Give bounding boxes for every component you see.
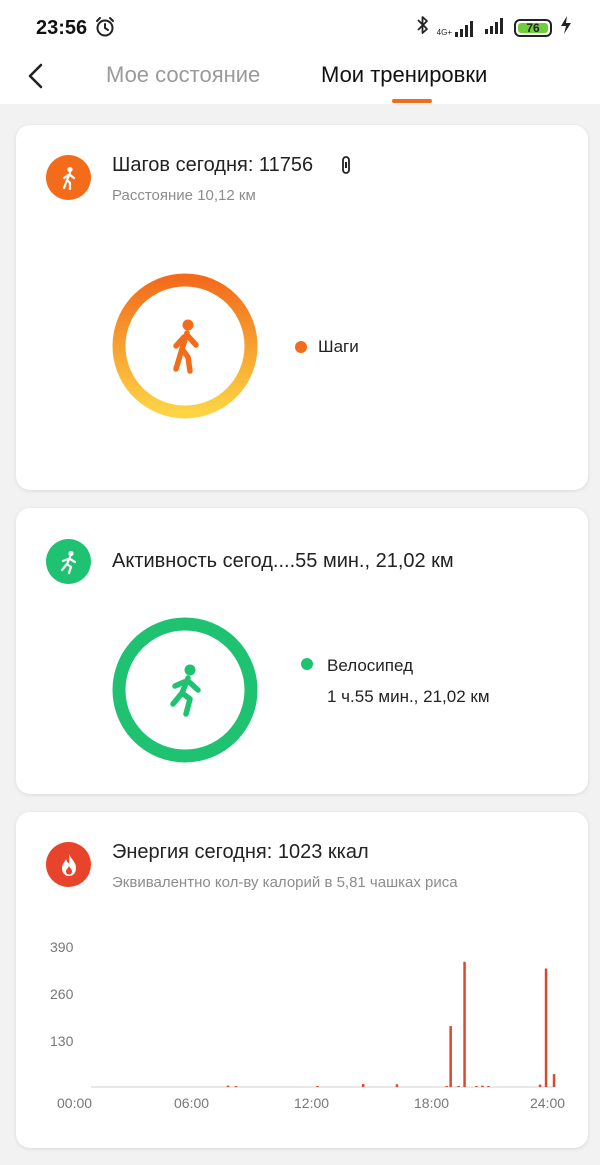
status-bar: 23:56 4G+ 76 bbox=[0, 0, 600, 52]
battery-icon: 76 bbox=[514, 18, 552, 37]
steps-badge bbox=[46, 155, 91, 200]
activity-title: Активность сегод....55 мин., 21,02 км bbox=[112, 550, 454, 572]
chart-bar bbox=[316, 1086, 319, 1087]
steps-title: Шагов сегодня: 11756 bbox=[112, 154, 314, 176]
tab-my-condition[interactable]: Мое состояние bbox=[106, 62, 260, 88]
x-tick-label: 12:00 bbox=[294, 1095, 330, 1111]
status-time: 23:56 bbox=[36, 17, 88, 39]
band-icon bbox=[341, 155, 351, 180]
status-icons: 4G+ 76 bbox=[417, 15, 572, 40]
chart-bar bbox=[395, 1084, 399, 1087]
alarm-icon bbox=[94, 16, 116, 43]
walking-icon bbox=[173, 319, 199, 374]
activity-card[interactable]: Активность сегод....55 мин., 21,02 км Ве… bbox=[16, 508, 588, 794]
chart-bar bbox=[445, 1086, 448, 1087]
network-label: 4G+ bbox=[436, 27, 452, 37]
chart-bar bbox=[552, 1074, 556, 1087]
x-tick-label: 06:00 bbox=[174, 1095, 210, 1111]
chevron-left-icon bbox=[28, 63, 43, 89]
chart-bar bbox=[481, 1085, 484, 1087]
chart-bar bbox=[226, 1085, 230, 1087]
chart-bar bbox=[544, 968, 548, 1087]
chart-bar bbox=[487, 1086, 490, 1087]
energy-chart: 390 260 130 00:00 06:00 12:00 18:00 24:0… bbox=[16, 812, 588, 1148]
back-button[interactable] bbox=[24, 62, 50, 92]
steps-subtitle: Расстояние 10,12 км bbox=[112, 187, 256, 204]
x-tick-label: 18:00 bbox=[414, 1095, 450, 1111]
signal-icon bbox=[484, 16, 506, 39]
chart-bar bbox=[457, 1086, 460, 1087]
steps-legend-dot bbox=[295, 341, 307, 353]
chart-bar bbox=[538, 1084, 542, 1087]
walking-icon bbox=[62, 166, 75, 190]
running-icon bbox=[60, 550, 76, 574]
chart-bar bbox=[475, 1086, 478, 1087]
bluetooth-icon bbox=[417, 15, 429, 40]
steps-legend: Шаги bbox=[318, 337, 359, 356]
activity-badge bbox=[46, 539, 91, 584]
chart-bar bbox=[361, 1084, 365, 1087]
chart-bar bbox=[463, 961, 466, 1087]
activity-legend-value: 1 ч.55 мин., 21,02 км bbox=[327, 687, 490, 706]
charging-icon bbox=[560, 15, 572, 40]
battery-level: 76 bbox=[526, 20, 540, 35]
activity-legend-name: Велосипед bbox=[327, 656, 413, 675]
tab-my-workouts[interactable]: Мои тренировки bbox=[321, 62, 487, 88]
top-header: Мое состояние Мои тренировки bbox=[0, 52, 600, 104]
energy-card[interactable]: Энергия сегодня: 1023 ккал Эквивалентно … bbox=[16, 812, 588, 1148]
active-tab-indicator bbox=[392, 99, 432, 103]
steps-card[interactable]: Шагов сегодня: 11756 Расстояние 10,12 км… bbox=[16, 125, 588, 490]
x-tick-label: 24:00 bbox=[530, 1095, 566, 1111]
chart-bar bbox=[449, 1026, 452, 1087]
activity-legend-dot bbox=[301, 658, 313, 670]
x-tick-label: 00:00 bbox=[57, 1095, 93, 1111]
chart-bar bbox=[234, 1086, 238, 1087]
signal-icon: 4G+ bbox=[437, 19, 476, 37]
running-icon bbox=[170, 664, 201, 717]
